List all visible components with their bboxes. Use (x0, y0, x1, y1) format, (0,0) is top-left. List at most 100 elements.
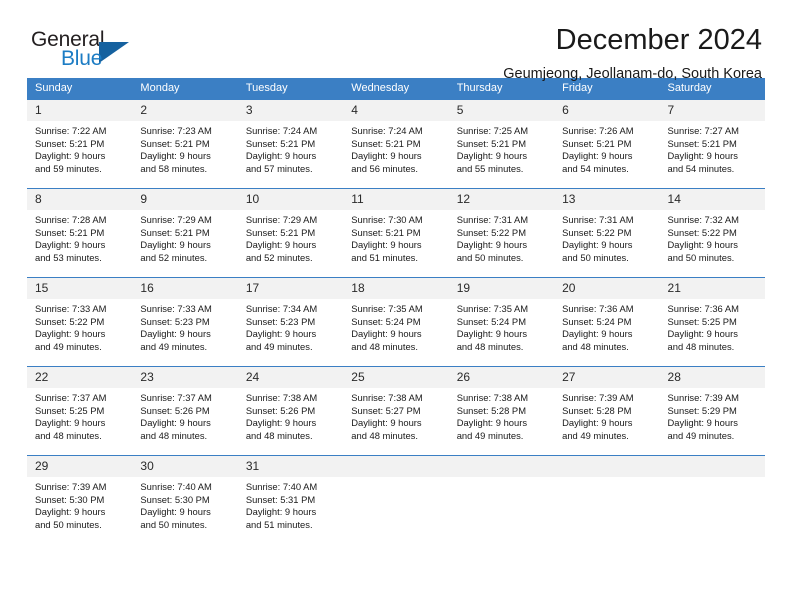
calendar-day-cell[interactable]: 29 Sunrise: 7:39 AM Sunset: 5:30 PM Dayligh… (27, 455, 133, 544)
calendar-day-cell[interactable]: 16 Sunrise: 7:33 AM Sunset: 5:23 PM Dayligh… (132, 277, 238, 367)
sunrise-text: Sunrise: 7:28 AM (35, 214, 107, 225)
daylight-text-line2: and 48 minutes. (351, 340, 418, 352)
sunset-text: Sunset: 5:30 PM (35, 493, 105, 505)
sunrise-text: Sunrise: 7:38 AM (245, 392, 318, 403)
calendar-day-cell[interactable]: 25 Sunrise: 7:38 AM Sunset: 5:27 PM Dayligh… (343, 366, 449, 456)
day-number: 14 (659, 189, 765, 210)
daylight-text-line1: Daylight: 9 hours (562, 239, 633, 251)
calendar-week-row: 8 Sunrise: 7:28 AM Sunset: 5:21 PM Daylight… (27, 188, 765, 278)
daylight-text-line2: and 50 minutes. (667, 251, 735, 263)
calendar-day-cell[interactable]: 27 Sunrise: 7:39 AM Sunset: 5:28 PM Dayligh… (554, 366, 660, 456)
daylight-text-line1: Daylight: 9 hours (456, 328, 528, 340)
daylight-text-line1: Daylight: 9 hours (140, 239, 211, 251)
daylight-text-line2: and 58 minutes. (140, 162, 208, 174)
daylight-text-line1: Daylight: 9 hours (245, 150, 317, 162)
sunrise-text: Sunrise: 7:36 AM (562, 303, 634, 314)
daylight-text-line1: Daylight: 9 hours (562, 328, 633, 340)
calendar-day-cell[interactable]: 31 Sunrise: 7:40 AM Sunset: 5:31 PM Dayligh… (237, 455, 344, 544)
day-number: 5 (448, 100, 555, 121)
day-number: 11 (343, 189, 449, 210)
calendar-day-cell[interactable]: 21 Sunrise: 7:36 AM Sunset: 5:25 PM Dayligh… (659, 277, 765, 367)
sunset-text: Sunset: 5:21 PM (245, 137, 316, 149)
calendar-day-cell[interactable]: 2 Sunrise: 7:23 AM Sunset: 5:21 PM Daylight… (132, 99, 238, 189)
sunrise-text: Sunrise: 7:25 AM (456, 125, 529, 136)
daylight-text-line2: and 48 minutes. (35, 429, 102, 441)
calendar-day-cell[interactable]: 17 Sunrise: 7:34 AM Sunset: 5:23 PM Dayligh… (237, 277, 344, 367)
calendar-empty-cell (448, 455, 555, 544)
daylight-text-line1: Daylight: 9 hours (351, 328, 422, 340)
day-details: Sunrise: 7:36 AM Sunset: 5:25 PM Daylight:… (660, 299, 765, 353)
calendar-day-cell[interactable]: 5 Sunrise: 7:25 AM Sunset: 5:21 PM Daylight… (448, 99, 555, 189)
page-header: General Blue December 2024 Geumjeong, Je… (27, 0, 765, 82)
calendar-week-row: 22 Sunrise: 7:37 AM Sunset: 5:25 PM Dayligh… (27, 366, 765, 456)
daylight-text-line2: and 49 minutes. (456, 429, 524, 441)
sunset-text: Sunset: 5:22 PM (456, 226, 526, 238)
calendar-day-cell[interactable]: 12 Sunrise: 7:31 AM Sunset: 5:22 PM Dayligh… (448, 188, 555, 278)
sunrise-text: Sunrise: 7:24 AM (245, 125, 318, 136)
sunset-text: Sunset: 5:21 PM (140, 226, 210, 238)
calendar-day-cell[interactable]: 28 Sunrise: 7:39 AM Sunset: 5:29 PM Dayligh… (659, 366, 765, 456)
calendar-day-cell[interactable]: 6 Sunrise: 7:26 AM Sunset: 5:21 PM Daylight… (554, 99, 660, 189)
calendar-day-cell[interactable]: 4 Sunrise: 7:24 AM Sunset: 5:21 PM Daylight… (343, 99, 449, 189)
sunrise-text: Sunrise: 7:27 AM (667, 125, 739, 136)
calendar-day-cell[interactable]: 24 Sunrise: 7:38 AM Sunset: 5:26 PM Dayligh… (237, 366, 344, 456)
sunset-text: Sunset: 5:22 PM (35, 315, 105, 327)
calendar-day-cell[interactable]: 14 Sunrise: 7:32 AM Sunset: 5:22 PM Dayligh… (659, 188, 765, 278)
calendar-day-cell[interactable]: 10 Sunrise: 7:29 AM Sunset: 5:21 PM Dayligh… (237, 188, 344, 278)
calendar-day-cell[interactable]: 18 Sunrise: 7:35 AM Sunset: 5:24 PM Dayligh… (343, 277, 449, 367)
calendar-day-cell[interactable]: 23 Sunrise: 7:37 AM Sunset: 5:26 PM Dayligh… (132, 366, 238, 456)
calendar-day-cell[interactable]: 11 Sunrise: 7:30 AM Sunset: 5:21 PM Dayligh… (343, 188, 449, 278)
daylight-text-line2: and 52 minutes. (140, 251, 208, 263)
day-details: Sunrise: 7:33 AM Sunset: 5:22 PM Daylight:… (27, 299, 132, 353)
sunset-text: Sunset: 5:21 PM (351, 226, 421, 238)
calendar-day-cell[interactable]: 7 Sunrise: 7:27 AM Sunset: 5:21 PM Daylight… (659, 99, 765, 189)
day-number: 30 (132, 456, 238, 477)
day-number (659, 456, 765, 477)
sunset-text: Sunset: 5:24 PM (456, 315, 526, 327)
day-number: 8 (27, 189, 133, 210)
day-number: 29 (27, 456, 133, 477)
sunrise-text: Sunrise: 7:35 AM (456, 303, 529, 314)
day-details (660, 477, 765, 481)
brand-logo[interactable]: General Blue (31, 28, 161, 78)
day-number: 7 (659, 100, 765, 121)
daylight-text-line2: and 48 minutes. (667, 340, 735, 352)
daylight-text-line1: Daylight: 9 hours (245, 506, 317, 518)
day-number: 31 (237, 456, 344, 477)
daylight-text-line1: Daylight: 9 hours (456, 239, 528, 251)
sunrise-text: Sunrise: 7:30 AM (351, 214, 423, 225)
sunset-text: Sunset: 5:23 PM (140, 315, 210, 327)
calendar-day-cell[interactable]: 13 Sunrise: 7:31 AM Sunset: 5:22 PM Dayligh… (554, 188, 660, 278)
day-number: 20 (554, 278, 660, 299)
sunrise-text: Sunrise: 7:38 AM (351, 392, 423, 403)
calendar-day-cell[interactable]: 8 Sunrise: 7:28 AM Sunset: 5:21 PM Daylight… (27, 188, 133, 278)
daylight-text-line1: Daylight: 9 hours (140, 417, 211, 429)
sunrise-text: Sunrise: 7:24 AM (351, 125, 423, 136)
calendar-table: Sunday Monday Tuesday Wednesday Thursday… (27, 78, 765, 544)
day-details: Sunrise: 7:37 AM Sunset: 5:26 PM Daylight:… (132, 388, 237, 442)
calendar-day-cell[interactable]: 22 Sunrise: 7:37 AM Sunset: 5:25 PM Dayligh… (27, 366, 133, 456)
calendar-day-cell[interactable]: 1 Sunrise: 7:22 AM Sunset: 5:21 PM Daylight… (27, 99, 133, 189)
sunrise-text: Sunrise: 7:26 AM (562, 125, 634, 136)
day-number: 16 (132, 278, 238, 299)
day-number: 25 (343, 367, 449, 388)
calendar-day-cell[interactable]: 15 Sunrise: 7:33 AM Sunset: 5:22 PM Dayligh… (27, 277, 133, 367)
day-details (449, 477, 554, 481)
sunset-text: Sunset: 5:22 PM (562, 226, 632, 238)
daylight-text-line2: and 49 minutes. (667, 429, 735, 441)
day-details: Sunrise: 7:30 AM Sunset: 5:21 PM Daylight:… (343, 210, 448, 264)
daylight-text-line1: Daylight: 9 hours (35, 506, 106, 518)
sunset-text: Sunset: 5:21 PM (245, 226, 316, 238)
calendar-day-cell[interactable]: 20 Sunrise: 7:36 AM Sunset: 5:24 PM Dayligh… (554, 277, 660, 367)
sunrise-text: Sunrise: 7:39 AM (667, 392, 739, 403)
day-details: Sunrise: 7:22 AM Sunset: 5:21 PM Daylight:… (27, 121, 132, 175)
daylight-text-line2: and 50 minutes. (456, 251, 524, 263)
day-details: Sunrise: 7:24 AM Sunset: 5:21 PM Daylight:… (238, 121, 343, 175)
calendar-day-cell[interactable]: 30 Sunrise: 7:40 AM Sunset: 5:30 PM Dayligh… (132, 455, 238, 544)
calendar-day-cell[interactable]: 26 Sunrise: 7:38 AM Sunset: 5:28 PM Dayligh… (448, 366, 555, 456)
calendar-day-cell[interactable]: 3 Sunrise: 7:24 AM Sunset: 5:21 PM Daylight… (237, 99, 344, 189)
daylight-text-line2: and 49 minutes. (140, 340, 208, 352)
sunset-text: Sunset: 5:30 PM (140, 493, 210, 505)
calendar-day-cell[interactable]: 9 Sunrise: 7:29 AM Sunset: 5:21 PM Daylight… (132, 188, 238, 278)
calendar-day-cell[interactable]: 19 Sunrise: 7:35 AM Sunset: 5:24 PM Dayligh… (448, 277, 555, 367)
